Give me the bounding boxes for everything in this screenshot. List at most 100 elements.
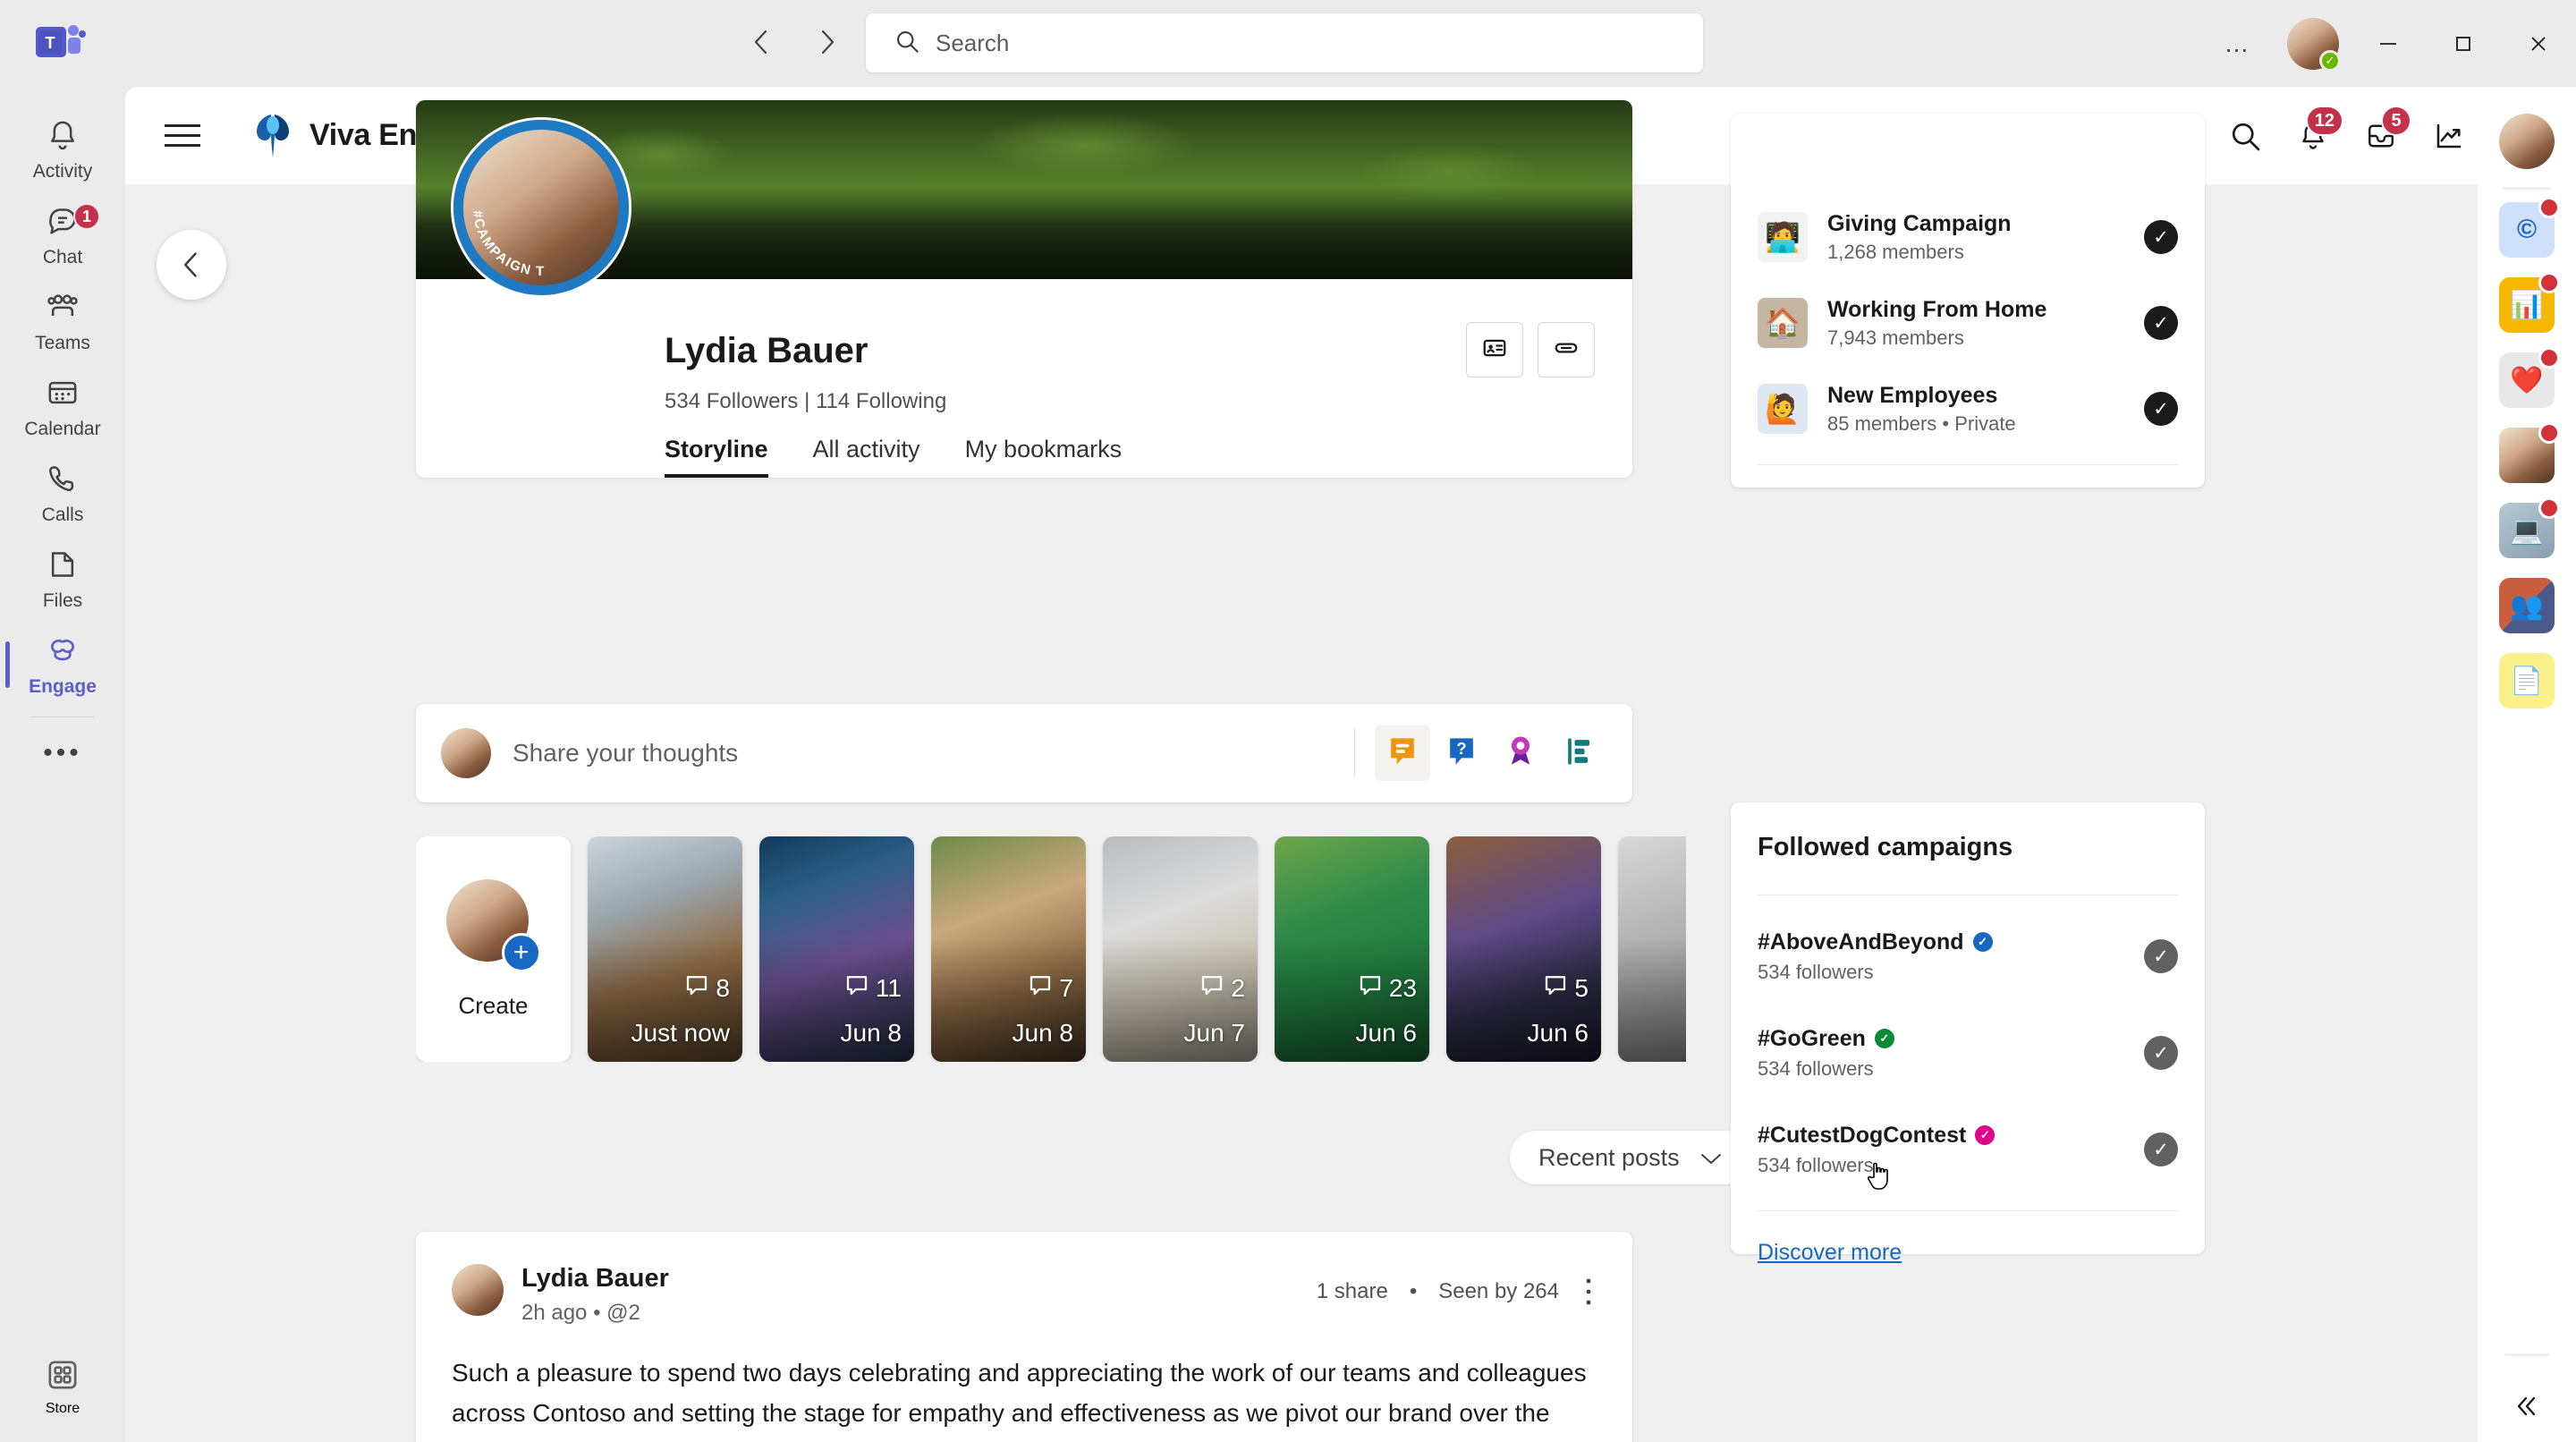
discover-communities-link[interactable]: Discover communities — [1758, 478, 1977, 488]
divider — [1354, 728, 1355, 778]
back-button[interactable] — [742, 22, 782, 62]
list-item[interactable]: 🧑‍💻 Giving Campaign 1,268 members ✓ — [1758, 194, 2178, 280]
viva-connections-app-button[interactable]: © — [2499, 197, 2560, 258]
tab-all-activity[interactable]: All activity — [813, 436, 940, 478]
copy-link-button[interactable] — [1538, 322, 1595, 377]
more-icon: … — [2224, 29, 2252, 57]
verified-badge-icon: ✓ — [1975, 1125, 1996, 1145]
engage-icon — [45, 632, 80, 673]
teams-grid-app-button[interactable]: 👥 — [2499, 578, 2555, 633]
list-item[interactable]: #CutestDogContest ✓ 534 followers ✓ — [1758, 1101, 2178, 1198]
hamburger-menu-icon[interactable] — [165, 111, 215, 161]
praise-button[interactable] — [1493, 725, 1548, 781]
sidebar-item-label: Teams — [35, 332, 90, 353]
following-check-icon[interactable]: ✓ — [2144, 1132, 2178, 1166]
story-date: Jun 7 — [1183, 1019, 1246, 1047]
list-item[interactable]: #GoGreen ✓ 534 followers ✓ — [1758, 1005, 2178, 1101]
sidebar-item-chat[interactable]: Chat 1 — [0, 192, 125, 278]
store-grid-icon — [45, 1357, 80, 1397]
sidebar-item-teams[interactable]: Teams — [0, 278, 125, 364]
account-avatar-button[interactable]: ✓ — [2275, 0, 2351, 87]
joined-check-icon[interactable]: ✓ — [2144, 306, 2178, 340]
engage-notifications-button[interactable]: 12 — [2284, 106, 2343, 165]
profile-actions — [1466, 322, 1595, 377]
tab-storyline[interactable]: Storyline — [665, 436, 788, 478]
global-search-input[interactable]: Search — [866, 13, 1703, 72]
post-header-right: 1 share • Seen by 264 — [1317, 1264, 1597, 1307]
post-seen-count: Seen by 264 — [1438, 1279, 1559, 1303]
learning-app-button[interactable]: 💻 — [2499, 497, 2560, 558]
sort-posts-dropdown[interactable]: Recent posts — [1510, 1131, 1751, 1184]
sidebar-item-activity[interactable]: Activity — [0, 106, 125, 192]
collapse-right-strip-button[interactable] — [2478, 1394, 2576, 1419]
titlebar-more-button[interactable]: … — [2200, 0, 2275, 87]
list-item[interactable]: 🙋 New Employees 85 members • Private ✓ — [1758, 366, 2178, 452]
tab-my-bookmarks[interactable]: My bookmarks — [965, 436, 1142, 478]
sidebar-item-store[interactable]: Store — [0, 1344, 125, 1429]
engage-search-button[interactable] — [2216, 107, 2274, 165]
rail-more-apps-button[interactable]: ••• — [0, 721, 125, 785]
list-item[interactable]: 🏠 Working From Home 7,943 members ✓ — [1758, 280, 2178, 366]
joined-check-icon[interactable]: ✓ — [2144, 392, 2178, 426]
maximize-button[interactable] — [2426, 0, 2501, 87]
contact-card-button[interactable] — [1466, 322, 1523, 377]
list-item[interactable]: #AboveAndBeyond ✓ 534 followers ✓ — [1758, 908, 2178, 1005]
sidebar-item-calendar[interactable]: Calendar — [0, 364, 125, 450]
story-card[interactable]: 8 Just now — [588, 836, 742, 1062]
stories-carousel[interactable]: + Create 8 Just now 11 Jun 8 7 Jun 8 2 J… — [416, 836, 1686, 1062]
post-composer[interactable]: Share your thoughts ? — [416, 704, 1632, 802]
community-emoji-icon: 🏠 — [1765, 307, 1801, 339]
file-icon — [45, 547, 80, 587]
comment-icon — [843, 971, 870, 1005]
community-emoji-icon: 🧑‍💻 — [1765, 221, 1801, 253]
following-check-icon[interactable]: ✓ — [2144, 1036, 2178, 1070]
post-time: 2h ago — [521, 1301, 588, 1325]
forward-button[interactable] — [807, 22, 846, 62]
discussion-icon — [1383, 732, 1422, 776]
community-emoji-icon: 🙋 — [1765, 393, 1801, 425]
story-card[interactable]: 7 Jun 8 — [931, 836, 1086, 1062]
svg-text:#CAMPAIGN TITLE: #CAMPAIGN TITLE — [453, 120, 546, 279]
post-author-name[interactable]: Lydia Bauer — [521, 1264, 669, 1294]
minimize-button[interactable] — [2351, 0, 2426, 87]
post-more-options-button[interactable] — [1580, 1277, 1597, 1307]
question-button[interactable]: ? — [1434, 725, 1489, 781]
communities-card: 🧑‍💻 Giving Campaign 1,268 members ✓ 🏠 Wo… — [1731, 114, 2205, 488]
story-card[interactable]: 5 Jun 6 — [1446, 836, 1601, 1062]
praise-app-button[interactable]: ❤️ — [2499, 347, 2560, 408]
notification-dot — [2538, 272, 2560, 293]
create-label: Create — [458, 991, 529, 1019]
story-date: Jun 8 — [1012, 1019, 1074, 1047]
engage-analytics-button[interactable] — [2420, 107, 2478, 165]
story-card[interactable] — [1618, 836, 1686, 1062]
story-card[interactable]: 11 Jun 8 — [759, 836, 914, 1062]
people-app-button[interactable] — [2499, 422, 2560, 483]
viva-insights-app-button[interactable]: 📊 — [2499, 272, 2560, 333]
joined-check-icon[interactable]: ✓ — [2144, 220, 2178, 254]
avatar[interactable] — [452, 1264, 504, 1316]
engage-inbox-button[interactable]: 5 — [2352, 106, 2411, 165]
discover-more-link[interactable]: Discover more — [1758, 1224, 1902, 1289]
followers-count[interactable]: 534 Followers — [665, 389, 798, 413]
svg-text:?: ? — [1456, 738, 1466, 757]
forms-app-button[interactable]: 📄 — [2499, 653, 2555, 708]
bell-icon — [45, 117, 80, 157]
sidebar-item-engage[interactable]: Engage — [0, 622, 125, 708]
avatar[interactable] — [2499, 114, 2555, 169]
story-card[interactable]: 23 Jun 6 — [1275, 836, 1429, 1062]
profile-stats: 534 Followers | 114 Following — [665, 389, 946, 414]
following-check-icon[interactable]: ✓ — [2144, 939, 2178, 973]
discussion-button[interactable] — [1375, 725, 1430, 781]
profile-tabs: Storyline All activity My bookmarks — [665, 436, 1166, 478]
create-story-card[interactable]: + Create — [416, 836, 571, 1062]
campaign-followers: 534 followers — [1758, 960, 1874, 983]
poll-button[interactable] — [1552, 725, 1607, 781]
card-title: Followed campaigns — [1758, 833, 2013, 861]
close-button[interactable] — [2501, 0, 2576, 87]
collapse-left-panel-button[interactable] — [157, 230, 226, 300]
sidebar-item-calls[interactable]: Calls — [0, 450, 125, 536]
following-count[interactable]: 114 Following — [816, 389, 946, 413]
sidebar-item-files[interactable]: Files — [0, 536, 125, 622]
chevron-down-icon — [1699, 1144, 1723, 1172]
story-card[interactable]: 2 Jun 7 — [1103, 836, 1258, 1062]
